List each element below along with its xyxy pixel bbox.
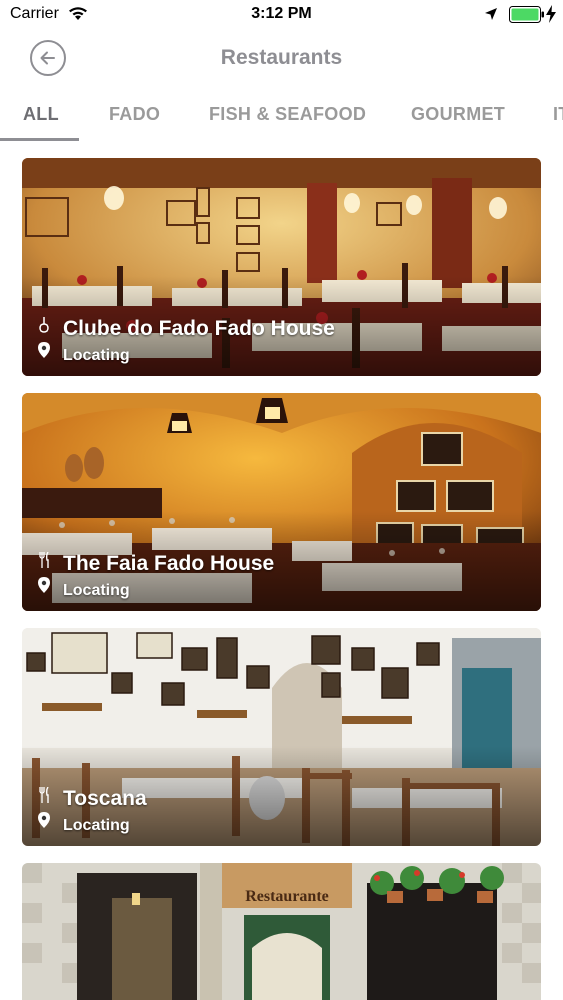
map-pin-icon — [38, 342, 50, 363]
restaurant-name: Toscana — [63, 787, 147, 810]
restaurante-sign: Restaurante — [245, 888, 329, 905]
page-title: Restaurants — [220, 46, 343, 69]
fork-knife-icon — [38, 551, 50, 573]
clock: 3:12 PM — [251, 5, 312, 22]
restaurant-card[interactable]: The Faia Fado House Locating — [22, 393, 541, 611]
restaurant-card[interactable]: Toscana Locating — [22, 628, 541, 846]
restaurant-name: Clube do Fado Fado House — [63, 317, 335, 340]
restaurant-card[interactable]: Clube do Fado Fado House Locating — [22, 158, 541, 376]
restaurant-photo: Restaurante — [22, 863, 541, 1000]
fork-knife-icon — [38, 786, 50, 808]
tab-fish-seafood[interactable]: FISH & SEAFOOD — [209, 104, 366, 125]
restaurant-location: Locating — [63, 582, 130, 599]
active-tab-indicator — [0, 138, 79, 141]
guitar-icon — [38, 317, 50, 338]
location-arrow-icon — [484, 7, 498, 26]
restaurant-name: The Faia Fado House — [63, 552, 275, 575]
map-pin-icon — [38, 812, 50, 833]
navigation-bar: Restaurants — [0, 30, 563, 88]
tab-fado[interactable]: FADO — [109, 104, 160, 125]
status-bar: Carrier 3:12 PM — [0, 0, 563, 30]
tab-gourmet[interactable]: GOURMET — [411, 104, 505, 125]
battery-icon — [509, 6, 545, 28]
category-tabs: ALL FADO FISH & SEAFOOD GOURMET IT — [0, 92, 563, 142]
restaurant-location: Locating — [63, 817, 130, 834]
restaurant-location: Locating — [63, 347, 130, 364]
map-pin-icon — [38, 577, 50, 598]
charging-bolt-icon — [546, 5, 556, 28]
tab-italian[interactable]: IT — [553, 104, 563, 125]
tab-all[interactable]: ALL — [23, 104, 59, 125]
restaurant-card[interactable]: Restaurante — [22, 863, 541, 1000]
